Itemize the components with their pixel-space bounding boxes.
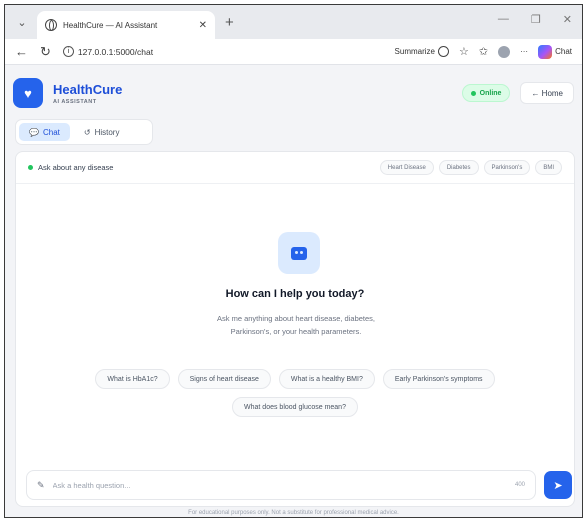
copilot-chat-button[interactable]: Chat [538, 44, 572, 59]
maximize-icon[interactable]: ❐ [531, 13, 541, 26]
brand-subtitle: AI ASSISTANT [53, 98, 97, 105]
robot-icon [278, 232, 320, 274]
suggestion-chip[interactable]: What does blood glucose mean? [232, 397, 358, 417]
profile-avatar[interactable] [498, 45, 511, 58]
copilot-icon [538, 44, 553, 59]
close-tab-icon[interactable]: ✕ [199, 20, 207, 31]
brand: HealthCure AI ASSISTANT [53, 82, 122, 105]
send-arrow-icon: ➤ [553, 479, 563, 492]
disclaimer-footer: For educational purposes only. Not a sub… [188, 510, 399, 516]
history-icon: ↺ [83, 127, 91, 137]
suggestion-chip[interactable]: What is HbA1c? [95, 369, 170, 389]
topic-chip[interactable]: Parkinson's [483, 160, 531, 175]
message-input[interactable] [52, 480, 515, 490]
tab-history-label: History [94, 127, 120, 137]
suggestion-chip[interactable]: Signs of heart disease [177, 369, 271, 389]
suggestion-row: What is HbA1c? Signs of heart disease Wh… [16, 369, 574, 389]
suggestion-row: What does blood glucose mean? [16, 397, 574, 417]
url-text: 127.0.0.1:5000/chat [77, 46, 154, 57]
globe-icon [45, 19, 57, 31]
brand-name: HealthCure [53, 81, 123, 97]
status-badge: Online [461, 84, 511, 102]
suggestion-chip[interactable]: Early Parkinson's symptoms [382, 369, 495, 389]
message-input-row: ✎ 400 [26, 470, 536, 500]
browser-tab-title: HealthCure — AI Assistant [63, 20, 158, 30]
send-button[interactable]: ➤ [544, 471, 572, 499]
tab-chat[interactable]: 💬 Chat [19, 123, 70, 141]
welcome-title: How can I help you today? [225, 288, 365, 300]
status-dot-icon [470, 90, 476, 96]
topic-chip[interactable]: Diabetes [438, 160, 479, 175]
active-dot-icon [28, 165, 33, 170]
site-info-icon[interactable]: i [62, 46, 74, 57]
close-window-icon[interactable]: ✕ [563, 13, 572, 26]
topic-chip[interactable]: Heart Disease [379, 160, 434, 175]
favorites-icon[interactable]: ✩ [479, 45, 488, 58]
address-bar: ← ↻ i 127.0.0.1:5000/chat Summarize ☆ ✩ … [5, 39, 582, 65]
suggestion-chip[interactable]: What is a healthy BMI? [278, 369, 375, 389]
back-icon[interactable]: ← [15, 44, 28, 59]
summarize-button[interactable]: Summarize [395, 46, 449, 57]
tab-history[interactable]: ↺ History [74, 123, 130, 141]
topic-chip[interactable]: BMI [535, 160, 562, 175]
chat-panel: Ask about any disease Heart Disease Diab… [15, 151, 575, 507]
tab-list-chevron-icon[interactable]: ⌄ [13, 13, 31, 31]
tab-chat-label: Chat [42, 127, 60, 137]
chat-panel-header: Ask about any disease Heart Disease Diab… [16, 152, 574, 184]
home-button[interactable]: ← Home [520, 82, 574, 104]
topic-chips: Heart Disease Diabetes Parkinson's BMI [379, 160, 562, 175]
welcome-subtitle: Ask me anything about heart disease, dia… [216, 314, 376, 336]
more-menu-icon[interactable]: ··· [520, 47, 528, 56]
reload-icon[interactable]: ↻ [40, 44, 51, 60]
minimize-icon[interactable]: — [498, 13, 509, 26]
ask-label-text: Ask about any disease [38, 163, 114, 172]
heart-logo-icon: ♥ [13, 78, 43, 108]
url-field[interactable]: i 127.0.0.1:5000/chat [62, 46, 395, 57]
favorite-star-icon[interactable]: ☆ [459, 45, 469, 58]
mode-tabs: 💬 Chat ↺ History [15, 119, 153, 145]
chat-bubble-icon: 💬 [29, 127, 39, 137]
summarize-icon [438, 46, 449, 57]
new-tab-icon[interactable]: + [225, 14, 234, 31]
app-header: ♥ HealthCure AI ASSISTANT Online ← Home [5, 67, 582, 119]
char-counter: 400 [514, 482, 525, 488]
browser-tab[interactable]: HealthCure — AI Assistant ✕ [37, 11, 215, 39]
browser-window: ⌄ HealthCure — AI Assistant ✕ + — ❐ ✕ ← … [4, 4, 583, 518]
header-actions: Online ← Home [461, 82, 574, 104]
status-text: Online [479, 89, 502, 97]
pencil-icon: ✎ [37, 479, 45, 490]
ask-label: Ask about any disease [28, 163, 113, 172]
copilot-chat-label: Chat [555, 47, 572, 56]
summarize-label: Summarize [394, 47, 435, 56]
browser-tabbar: ⌄ HealthCure — AI Assistant ✕ + — ❐ ✕ [5, 5, 582, 39]
window-controls: — ❐ ✕ [498, 13, 572, 26]
browser-actions: Summarize ☆ ✩ ··· Chat [395, 44, 572, 59]
